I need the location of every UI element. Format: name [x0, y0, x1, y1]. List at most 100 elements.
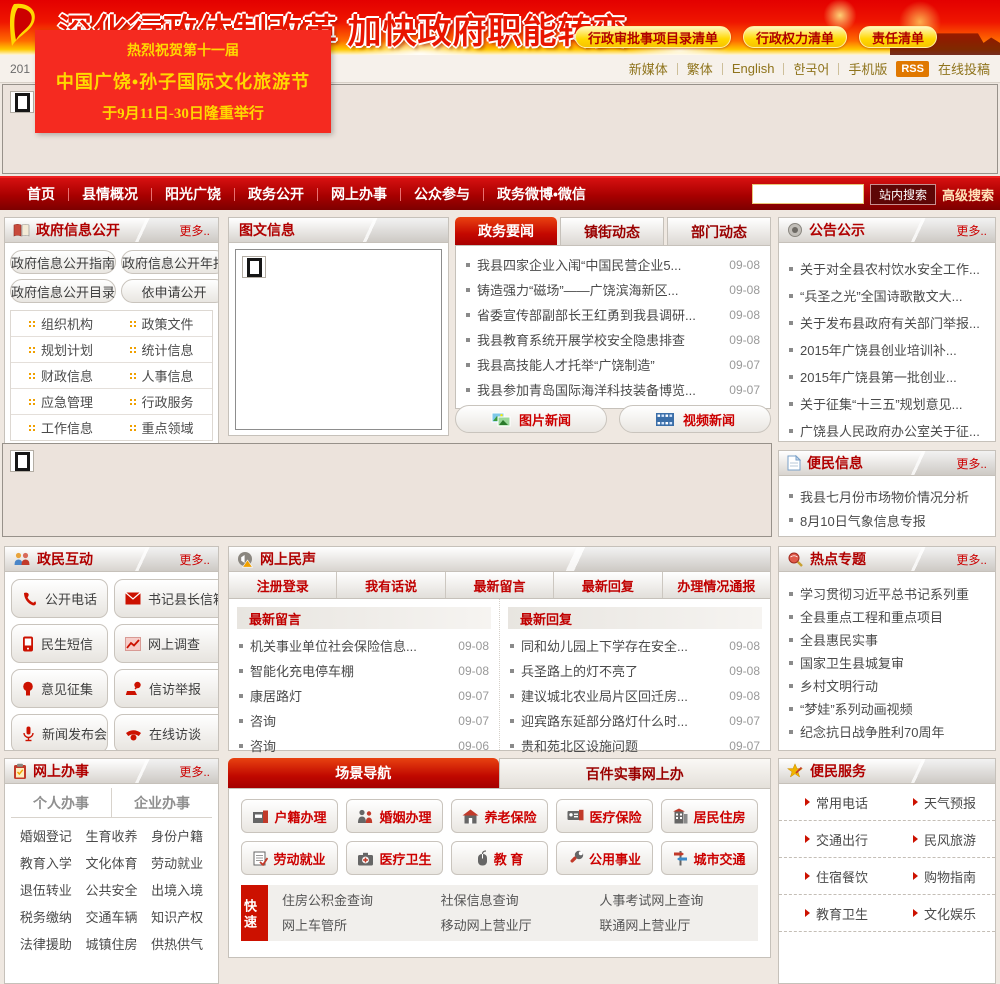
- list-item[interactable]: 兵圣路上的灯不亮了 09-08: [510, 658, 760, 683]
- service-link[interactable]: 交通出行: [779, 821, 887, 857]
- disclosure-catalog-link[interactable]: 政府信息公开目录: [10, 279, 117, 303]
- link-item[interactable]: 重点领域: [112, 415, 213, 440]
- link-mobile[interactable]: 手机版: [848, 59, 887, 78]
- list-item[interactable]: 乡村文明行动: [789, 674, 985, 697]
- link-item[interactable]: 组织机构: [11, 311, 112, 336]
- list-item[interactable]: 国家卫生县城复审: [789, 651, 985, 674]
- service-link[interactable]: 公共安全: [79, 876, 145, 903]
- list-item[interactable]: “兵圣之光”全国诗歌散文大...: [789, 282, 985, 309]
- disclosure-by-request-link[interactable]: 依申请公开: [121, 279, 218, 303]
- nav-home[interactable]: 首页: [14, 184, 68, 204]
- link-korean[interactable]: 한국어: [793, 59, 829, 78]
- service-link[interactable]: 税务缴纳: [13, 903, 79, 930]
- list-item[interactable]: 我县教育系统开展学校安全隐患排查 09-08: [466, 327, 760, 352]
- link-english[interactable]: English: [732, 61, 775, 76]
- link-submit[interactable]: 在线投稿: [938, 59, 990, 78]
- list-item[interactable]: 我县高技能人才托举“广饶制造” 09-07: [466, 352, 760, 377]
- quick-link[interactable]: 住房公积金查询: [282, 890, 441, 909]
- livelihood-sms-button[interactable]: 民生短信: [11, 624, 109, 663]
- photo-news-image[interactable]: [235, 249, 442, 430]
- list-item[interactable]: 2015年广饶县第一批创业...: [789, 363, 985, 390]
- service-link[interactable]: 城镇住房: [79, 930, 145, 957]
- link-traditional[interactable]: 繁体: [687, 59, 713, 78]
- service-link[interactable]: 劳动就业: [144, 849, 210, 876]
- list-item[interactable]: 2015年广饶县创业培训补...: [789, 336, 985, 363]
- list-item[interactable]: 铸造强力“磁场”——广饶滨海新区... 09-08: [466, 277, 760, 302]
- mayor-mailbox-button[interactable]: 书记县长信箱: [114, 579, 218, 618]
- nav-sunshine[interactable]: 阳光广饶: [152, 184, 234, 204]
- education-button[interactable]: 教 育: [451, 841, 548, 875]
- service-link[interactable]: 婚姻登记: [13, 822, 79, 849]
- service-link[interactable]: 法律援助: [13, 930, 79, 957]
- nav-participation[interactable]: 公众参与: [401, 184, 483, 204]
- list-item[interactable]: 咨询 09-06: [239, 733, 489, 758]
- tab-gov-news[interactable]: 政务要闻: [455, 217, 557, 245]
- household-registration-button[interactable]: 户籍办理: [241, 799, 338, 833]
- link-item[interactable]: 规划计划: [11, 337, 112, 362]
- list-item[interactable]: “梦娃”系列动画视频: [789, 697, 985, 720]
- tab-scene-navigation[interactable]: 场景导航: [228, 758, 499, 788]
- service-link[interactable]: 民风旅游: [887, 821, 995, 857]
- list-item[interactable]: 关于发布县政府有关部门举报...: [789, 309, 985, 336]
- quick-link[interactable]: 移动网上营业厅: [441, 915, 600, 934]
- video-news-button[interactable]: 视频新闻: [619, 405, 771, 433]
- tab-i-have-words[interactable]: 我有话说: [337, 572, 446, 598]
- service-link[interactable]: 供热供气: [144, 930, 210, 957]
- quick-link[interactable]: 人事考试网上查询: [599, 890, 758, 909]
- press-conference-button[interactable]: 新闻发布会: [11, 714, 109, 750]
- quick-link[interactable]: 网上车管所: [282, 915, 441, 934]
- health-button[interactable]: 医疗卫生: [346, 841, 443, 875]
- list-item[interactable]: 省委宣传部副部长王红勇到我县调研... 09-08: [466, 302, 760, 327]
- list-item[interactable]: 咨询 09-07: [239, 708, 489, 733]
- quick-link[interactable]: 联通网上营业厅: [599, 915, 758, 934]
- list-item[interactable]: 广饶县人民政府办公室关于征...: [789, 417, 985, 441]
- link-item[interactable]: 政策文件: [112, 311, 213, 336]
- more-link[interactable]: 更多..: [956, 222, 987, 239]
- housing-button[interactable]: 居民住房: [661, 799, 758, 833]
- service-link[interactable]: 文化娱乐: [887, 895, 995, 931]
- list-item[interactable]: 我县七月份市场物价情况分析: [789, 484, 985, 508]
- rss-badge[interactable]: RSS: [896, 60, 929, 77]
- link-item[interactable]: 行政服务: [112, 389, 213, 414]
- disclosure-guide-link[interactable]: 政府信息公开指南: [10, 250, 117, 274]
- tab-handling-report[interactable]: 办理情况通报: [663, 572, 770, 598]
- list-item[interactable]: 同和幼儿园上下学存在安全... 09-08: [510, 633, 760, 658]
- list-item[interactable]: 康居路灯 09-07: [239, 683, 489, 708]
- service-link[interactable]: 购物指南: [887, 858, 995, 894]
- list-item[interactable]: 迎宾路东延部分路灯什么时... 09-07: [510, 708, 760, 733]
- list-item[interactable]: 机关事业单位社会保险信息... 09-08: [239, 633, 489, 658]
- service-link[interactable]: 身份户籍: [144, 822, 210, 849]
- nav-online-services[interactable]: 网上办事: [318, 184, 400, 204]
- more-link[interactable]: 更多..: [956, 455, 987, 472]
- service-link[interactable]: 出境入境: [144, 876, 210, 903]
- link-item[interactable]: 人事信息: [112, 363, 213, 388]
- advanced-search-link[interactable]: 高级搜索: [942, 185, 994, 204]
- service-link[interactable]: 教育卫生: [779, 895, 887, 931]
- list-item[interactable]: 学习贯彻习近平总书记系列重: [789, 582, 985, 605]
- service-link[interactable]: 教育入学: [13, 849, 79, 876]
- service-link[interactable]: 知识产权: [144, 903, 210, 930]
- more-link[interactable]: 更多..: [179, 763, 210, 780]
- service-link[interactable]: 文化体育: [79, 849, 145, 876]
- service-link[interactable]: 常用电话: [779, 784, 887, 820]
- list-item[interactable]: 贵和苑北区设施问题 09-07: [510, 733, 760, 758]
- more-link[interactable]: 更多..: [179, 222, 210, 239]
- tab-hundred-services[interactable]: 百件实事网上办: [498, 758, 771, 788]
- link-new-media[interactable]: 新媒体: [629, 59, 668, 78]
- nav-weibo-wechat[interactable]: 政务微博•微信: [484, 184, 599, 204]
- pension-insurance-button[interactable]: 养老保险: [451, 799, 548, 833]
- medical-insurance-button[interactable]: 医疗保险: [556, 799, 653, 833]
- opinion-collect-button[interactable]: 意见征集: [11, 669, 109, 708]
- service-link[interactable]: 天气预报: [887, 784, 995, 820]
- service-link[interactable]: 交通车辆: [79, 903, 145, 930]
- approval-list-button[interactable]: 行政审批事项目录清单: [575, 26, 732, 48]
- power-list-button[interactable]: 行政权力清单: [743, 26, 848, 48]
- picture-news-button[interactable]: 图片新闻: [455, 405, 607, 433]
- disclosure-annual-report-link[interactable]: 政府信息公开年报: [121, 250, 218, 274]
- tab-latest-messages[interactable]: 最新留言: [446, 572, 555, 598]
- service-link[interactable]: 生育收养: [79, 822, 145, 849]
- nav-gov-disclosure[interactable]: 政务公开: [235, 184, 317, 204]
- search-input[interactable]: [751, 184, 864, 204]
- list-item[interactable]: 我县四家企业入闱“中国民营企业5... 09-08: [466, 252, 760, 277]
- service-link[interactable]: 退伍转业: [13, 876, 79, 903]
